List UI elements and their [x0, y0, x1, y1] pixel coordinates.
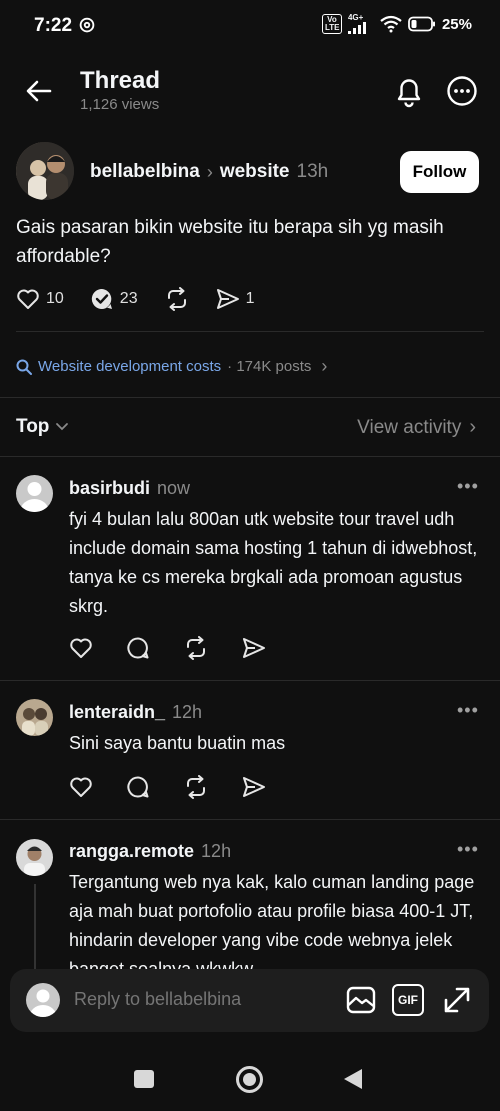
search-suggestion[interactable]: Website development costs · 174K posts ›: [16, 356, 327, 377]
reply-button[interactable]: 23: [90, 287, 138, 311]
divider: [0, 680, 500, 681]
default-avatar-icon: [20, 482, 49, 512]
search-suggestion-query: Website development costs: [38, 358, 222, 375]
wifi-icon: [380, 15, 402, 33]
reply-input[interactable]: [74, 989, 314, 1010]
reply-text-clip: Tergantung web nya kak, kalo cuman landi…: [69, 868, 487, 969]
signal-icon: 4G+: [347, 13, 374, 34]
reply-more-icon[interactable]: •••: [457, 476, 479, 497]
reply-actions: [69, 636, 266, 660]
share-count: 1: [245, 290, 255, 307]
back-arrow-icon[interactable]: [24, 76, 54, 106]
sort-label: Top: [16, 416, 50, 437]
repost-icon: [167, 287, 186, 311]
sort-dropdown[interactable]: Top: [16, 416, 69, 438]
like-count: 10: [46, 290, 64, 307]
view-activity-label: View activity: [357, 416, 462, 438]
heart-icon[interactable]: [69, 776, 93, 798]
post-text: Gais pasaran bikin website itu berapa si…: [16, 217, 444, 267]
post-actions: 10 23 1: [16, 287, 255, 311]
comment-icon[interactable]: [126, 636, 150, 660]
follow-button[interactable]: Follow: [400, 151, 479, 193]
reply-text: Sini saya bantu buatin mas: [69, 733, 286, 753]
volte-icon: Vo LTE: [321, 14, 342, 34]
divider: [0, 397, 500, 398]
heart-icon[interactable]: [69, 637, 93, 659]
search-icon: [16, 359, 32, 375]
network-type: 4G+: [347, 13, 364, 22]
comment-icon[interactable]: [126, 775, 150, 799]
page-title: Thread: [80, 67, 161, 94]
reply-actions: [69, 775, 266, 799]
reply-username[interactable]: rangga.remote: [69, 841, 194, 862]
post-author-name[interactable]: bellabelbina: [90, 161, 200, 183]
repost-icon[interactable]: [183, 636, 209, 660]
replied-check-icon: [91, 288, 112, 309]
status-bar: 7:22 Vo LTE 4G+ 25%: [0, 0, 500, 50]
reply-count: 23: [119, 290, 138, 307]
divider: [16, 331, 484, 332]
like-button[interactable]: 10: [16, 288, 64, 310]
reply-username[interactable]: basirbudi: [69, 478, 150, 499]
reply-header: lenteraidn_ 12h: [69, 702, 202, 723]
more-options-icon[interactable]: [446, 75, 478, 107]
heart-icon: [17, 289, 39, 309]
view-activity-link[interactable]: View activity ›: [357, 416, 476, 439]
recent-apps-button[interactable]: [134, 1070, 154, 1088]
gif-icon[interactable]: GIF: [392, 984, 424, 1016]
view-count: 1,126 views: [80, 96, 160, 113]
reply-username[interactable]: lenteraidn_: [69, 702, 165, 723]
chevron-right-icon: ›: [469, 416, 476, 438]
battery-percent: 25%: [441, 15, 472, 33]
chevron-down-icon: [56, 423, 69, 431]
repost-button[interactable]: [164, 287, 190, 311]
share-send-icon[interactable]: [242, 776, 266, 798]
reply-more-icon[interactable]: •••: [457, 700, 479, 721]
author-avatar[interactable]: [16, 142, 74, 200]
home-button[interactable]: [236, 1066, 263, 1093]
reply-text: Tergantung web nya kak, kalo cuman landi…: [69, 872, 475, 969]
post-timestamp: 13h: [296, 161, 329, 182]
chevron-right-icon: ›: [206, 161, 213, 182]
repost-icon[interactable]: [183, 775, 209, 799]
reply-avatar[interactable]: [16, 475, 53, 512]
reply-timestamp: now: [157, 478, 191, 498]
post-author-line: bellabelbina › website 13h: [90, 161, 328, 183]
reply-header: basirbudi now: [69, 478, 190, 499]
divider: [0, 456, 500, 457]
thread-connector-line: [34, 884, 36, 969]
divider: [0, 819, 500, 820]
reply-text: fyi 4 bulan lalu 800an utk website tour …: [69, 509, 478, 616]
default-avatar-icon: [29, 989, 57, 1017]
reply-timestamp: 12h: [172, 702, 203, 722]
reply-more-icon[interactable]: •••: [457, 839, 479, 860]
battery-icon: [408, 16, 435, 32]
bell-icon[interactable]: [393, 74, 425, 108]
share-send-icon: [216, 289, 239, 309]
current-user-avatar: [26, 983, 60, 1017]
expand-icon[interactable]: [441, 984, 473, 1016]
status-time: 7:22: [34, 15, 73, 36]
reply-avatar[interactable]: [16, 699, 53, 736]
image-icon[interactable]: [345, 984, 377, 1016]
threads-notification-icon: [79, 17, 95, 33]
reply-timestamp: 12h: [201, 841, 232, 861]
system-back-button[interactable]: [344, 1069, 362, 1089]
reply-composer: GIF: [10, 969, 489, 1032]
search-suggestion-count: · 174K posts: [227, 358, 312, 375]
status-icons: Vo LTE 4G+ 25%: [321, 13, 472, 34]
post-topic-tag[interactable]: website: [220, 161, 290, 183]
chevron-right-icon: ›: [321, 356, 328, 376]
reply-avatar[interactable]: [16, 839, 53, 876]
share-send-icon[interactable]: [242, 637, 266, 659]
share-button[interactable]: 1: [216, 288, 255, 310]
reply-header: rangga.remote 12h: [69, 841, 231, 862]
